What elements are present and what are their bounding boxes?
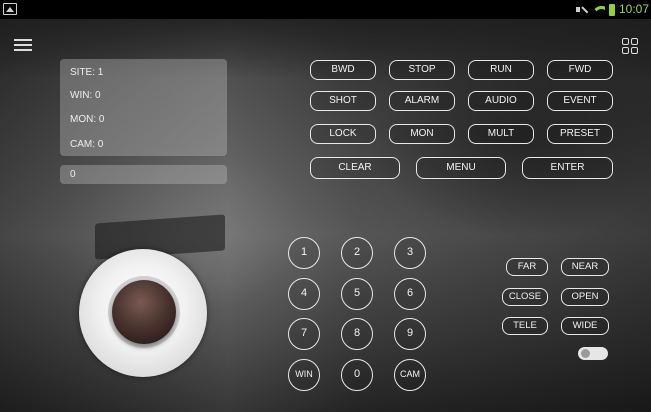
near-button[interactable]: NEAR [561, 258, 609, 276]
key-1[interactable]: 1 [288, 237, 320, 269]
run-button[interactable]: RUN [468, 60, 534, 80]
status-icons: 10:07 [575, 2, 649, 17]
info-win: WIN: 0 [70, 90, 101, 101]
lock-button[interactable]: LOCK [310, 124, 376, 144]
grid-view-icon[interactable] [622, 38, 638, 54]
key-6[interactable]: 6 [394, 278, 426, 310]
status-bar: 10:07 [0, 0, 651, 19]
bwd-button[interactable]: BWD [310, 60, 376, 80]
info-cam: CAM: 0 [70, 139, 104, 150]
image-notification-icon [3, 3, 17, 15]
key-0[interactable]: 0 [341, 359, 373, 391]
mult-button[interactable]: MULT [468, 124, 534, 144]
audio-button[interactable]: AUDIO [468, 91, 534, 111]
stop-button[interactable]: STOP [389, 60, 455, 80]
info-mon: MON: 0 [70, 114, 105, 125]
camera-control-screen: 10:07 SITE: 1 WIN: 0 MON: 0 CAM: 0 0 BWD… [0, 0, 651, 412]
key-win[interactable]: WIN [288, 359, 320, 391]
wide-button[interactable]: WIDE [561, 317, 609, 335]
info-panel: SITE: 1 WIN: 0 MON: 0 CAM: 0 [60, 59, 227, 156]
key-7[interactable]: 7 [288, 318, 320, 350]
toggle-knob[interactable] [581, 349, 590, 358]
clear-button[interactable]: CLEAR [310, 157, 400, 179]
menu-button[interactable]: MENU [416, 157, 506, 179]
key-2[interactable]: 2 [341, 237, 373, 269]
far-button[interactable]: FAR [506, 258, 548, 276]
fwd-button[interactable]: FWD [547, 60, 613, 80]
open-button[interactable]: OPEN [561, 288, 609, 306]
alarm-button[interactable]: ALARM [389, 91, 455, 111]
wifi-icon [592, 4, 605, 15]
event-button[interactable]: EVENT [547, 91, 613, 111]
battery-icon [608, 3, 615, 16]
tele-button[interactable]: TELE [502, 317, 548, 335]
number-input[interactable]: 0 [60, 165, 227, 184]
mon-button[interactable]: MON [389, 124, 455, 144]
key-3[interactable]: 3 [394, 237, 426, 269]
key-5[interactable]: 5 [341, 278, 373, 310]
key-4[interactable]: 4 [288, 278, 320, 310]
info-site: SITE: 1 [70, 67, 104, 78]
mute-icon [575, 4, 588, 15]
status-time: 10:07 [618, 2, 649, 16]
key-cam[interactable]: CAM [394, 359, 426, 391]
key-9[interactable]: 9 [394, 318, 426, 350]
preset-button[interactable]: PRESET [547, 124, 613, 144]
close-button[interactable]: CLOSE [502, 288, 548, 306]
key-8[interactable]: 8 [341, 318, 373, 350]
enter-button[interactable]: ENTER [522, 157, 613, 179]
hamburger-menu-icon[interactable] [14, 39, 32, 51]
shot-button[interactable]: SHOT [310, 91, 376, 111]
joystick-knob[interactable] [112, 280, 176, 344]
